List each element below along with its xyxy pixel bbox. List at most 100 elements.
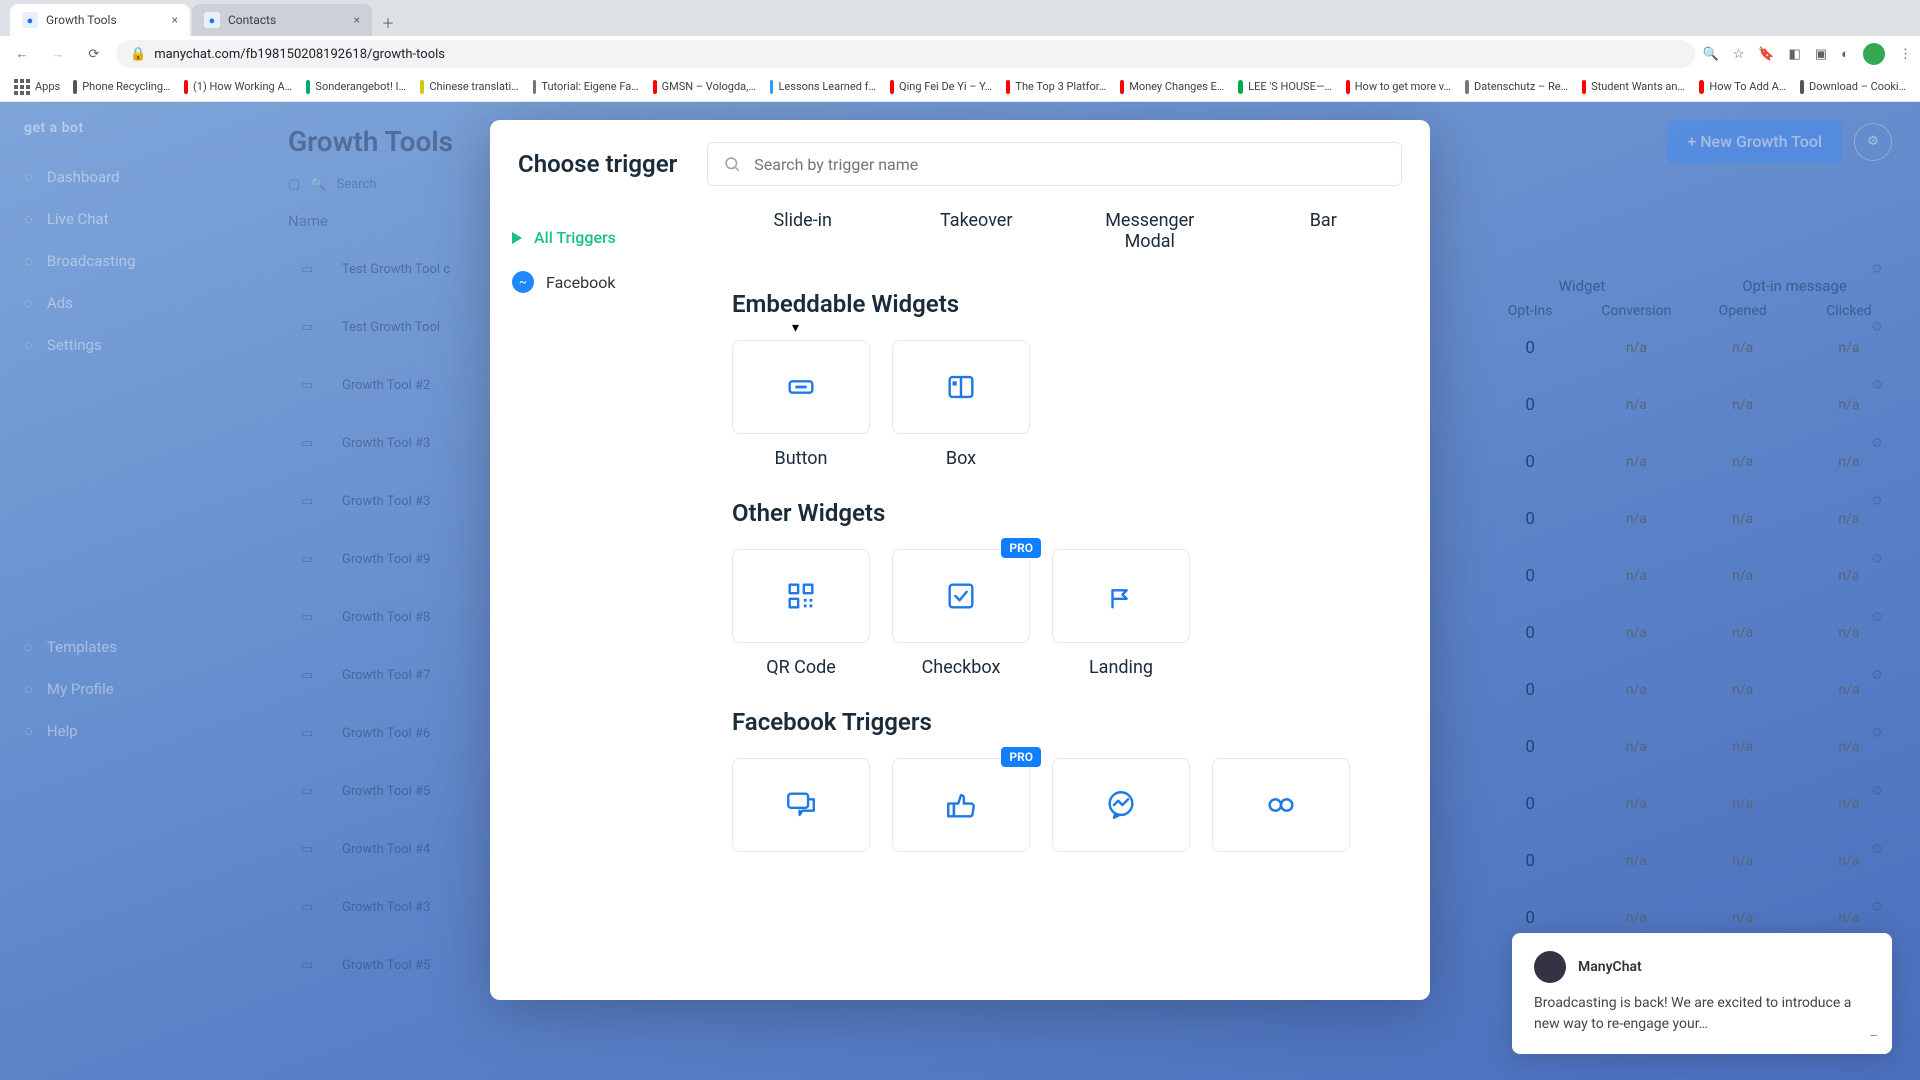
stats-cell: 0 [1477,851,1583,871]
overlay-widget-label[interactable]: Messenger Modal [1079,210,1221,252]
bookmark-item[interactable]: (1) How Working A… [180,78,296,96]
stats-row: 0n/an/an/a [1477,775,1902,832]
bookmark-item[interactable]: Qing Fei De Yi – Y… [886,78,996,96]
forward-button[interactable]: → [44,40,72,68]
bookmark-label: Chinese translati… [429,80,518,93]
extension-icon[interactable]: ◐ [1841,46,1849,62]
stats-header-widget: Widget [1477,277,1687,295]
trigger-filter-fb[interactable]: ~Facebook [490,259,720,305]
new-growth-tool-button[interactable]: + New Growth Tool [1667,120,1842,163]
address-bar[interactable]: 🔒 manychat.com/fb198150208192618/growth-… [116,40,1695,68]
row-type-icon: ▭ [288,489,326,513]
sidebar-item-settings[interactable]: ◌Settings [0,324,260,366]
stats-row: 0n/an/an/a [1477,832,1902,889]
trigger-card-like[interactable]: PRO [892,758,1030,866]
trigger-card-comment[interactable] [732,758,870,866]
bookmark-label: Lessons Learned f… [778,80,875,93]
stats-cell: 0 [1477,680,1583,700]
trigger-search-input[interactable] [707,142,1402,186]
trigger-card-landing[interactable]: Landing [1052,549,1190,678]
back-button[interactable]: ← [8,40,36,68]
notification-toast[interactable]: ManyChat Broadcasting is back! We are ex… [1512,933,1892,1054]
bookmark-item[interactable]: How To Add A… [1695,78,1790,96]
bookmark-item[interactable]: Lessons Learned f… [766,78,880,96]
stats-cell: n/a [1796,739,1902,755]
extension-icon[interactable]: ▣ [1815,47,1827,62]
stats-cell: n/a [1796,853,1902,869]
trigger-card-button[interactable]: Button [732,340,870,469]
browser-tab[interactable]: ●Growth Tools× [10,4,190,36]
bookmark-label: Phone Recycling… [82,80,170,93]
checkbox-icon [944,579,978,613]
stats-cell: n/a [1690,910,1796,926]
stats-cell: n/a [1583,682,1689,698]
bookmark-label: Download – Cooki… [1809,80,1906,93]
bookmark-item[interactable]: Tutorial: Eigene Fa… [529,78,643,96]
stats-row: 0n/an/an/a [1477,433,1902,490]
bookmark-item[interactable]: Money Changes E… [1116,78,1228,96]
browser-chrome: ●Growth Tools×●Contacts× ＋ ← → ⟳ 🔒 manyc… [0,0,1920,102]
bookmark-item[interactable]: LEE 'S HOUSE—… [1234,78,1336,96]
stats-header-message: Opt-in message [1687,277,1902,295]
trigger-card-link[interactable] [1212,758,1350,866]
bookmark-item[interactable]: Chinese translati… [416,78,523,96]
sidebar-item-templates[interactable]: ◌Templates [0,626,260,668]
bookmark-label: Money Changes E… [1129,80,1224,93]
bookmark-icon[interactable]: 🔖 [1758,47,1774,62]
bookmark-item[interactable]: How to get more v… [1342,78,1455,96]
stats-cell: 0 [1477,338,1583,358]
messenger-icon [1104,788,1138,822]
section-title: Facebook Triggers [732,708,1402,736]
bookmark-item[interactable]: Sonderangebot! I… [302,78,410,96]
overlay-widget-label[interactable]: Bar [1253,210,1395,252]
bookmark-item[interactable]: Phone Recycling… [69,78,175,96]
trigger-card-messenger[interactable] [1052,758,1190,866]
modal-search [707,142,1402,186]
card-label: Checkbox [892,657,1030,678]
browser-tab[interactable]: ●Contacts× [192,4,372,36]
trigger-card-qr-code[interactable]: QR Code [732,549,870,678]
new-tab-button[interactable]: ＋ [374,8,402,36]
chat-icon: ◌ [24,210,33,228]
cards-row: PRO [724,758,1402,866]
trigger-card-checkbox[interactable]: PROCheckbox [892,549,1030,678]
stats-cell: n/a [1690,511,1796,527]
zoom-icon[interactable]: 🔍 [1703,47,1719,62]
like-icon [944,788,978,822]
stats-cell: 0 [1477,794,1583,814]
star-icon[interactable]: ☆ [1733,47,1745,62]
bookmark-label: (1) How Working A… [193,80,292,93]
tab-close-button[interactable]: × [172,13,178,27]
search-placeholder[interactable]: Search [336,177,376,192]
sidebar-item-label: Dashboard [47,168,120,186]
stats-cell: n/a [1796,682,1902,698]
toast-minimize[interactable]: – [1869,1029,1878,1044]
overlay-widget-label[interactable]: Slide-in [732,210,874,252]
trigger-card-box[interactable]: Box [892,340,1030,469]
overlay-widget-label[interactable]: Takeover [906,210,1048,252]
stats-cell: n/a [1796,796,1902,812]
bookmark-item[interactable]: GMSN – Vologda,… [649,78,760,96]
tab-title: Contacts [228,13,276,27]
bookmark-item[interactable]: Datenschutz – Re… [1461,78,1572,96]
profile-avatar[interactable] [1863,43,1885,65]
bookmark-item[interactable]: Download – Cooki… [1796,78,1910,96]
extension-icon[interactable]: ◧ [1789,47,1801,62]
trigger-filter-all[interactable]: All Triggers [490,216,720,259]
tab-close-button[interactable]: × [354,13,360,27]
stats-cell: 0 [1477,452,1583,472]
menu-icon[interactable]: ⋮ [1899,47,1912,62]
sidebar-item-ads[interactable]: ◌Ads [0,282,260,324]
sidebar-item-broadcasting[interactable]: ◌Broadcasting [0,240,260,282]
page-settings-button[interactable]: ⚙ [1854,123,1892,161]
filter-icon[interactable]: ▢ [288,177,300,192]
sidebar-item-my-profile[interactable]: ◌My Profile [0,668,260,710]
bookmark-item[interactable]: The Top 3 Platfor… [1002,78,1110,96]
sidebar-item-live-chat[interactable]: ◌Live Chat [0,198,260,240]
apps-button[interactable]: Apps [10,77,61,97]
reload-button[interactable]: ⟳ [80,40,108,68]
bookmark-item[interactable]: Student Wants an… [1578,78,1689,96]
sidebar-item-dashboard[interactable]: ◌Dashboard [0,156,260,198]
sidebar-item-help[interactable]: ◌Help [0,710,260,752]
stats-cell: n/a [1690,397,1796,413]
